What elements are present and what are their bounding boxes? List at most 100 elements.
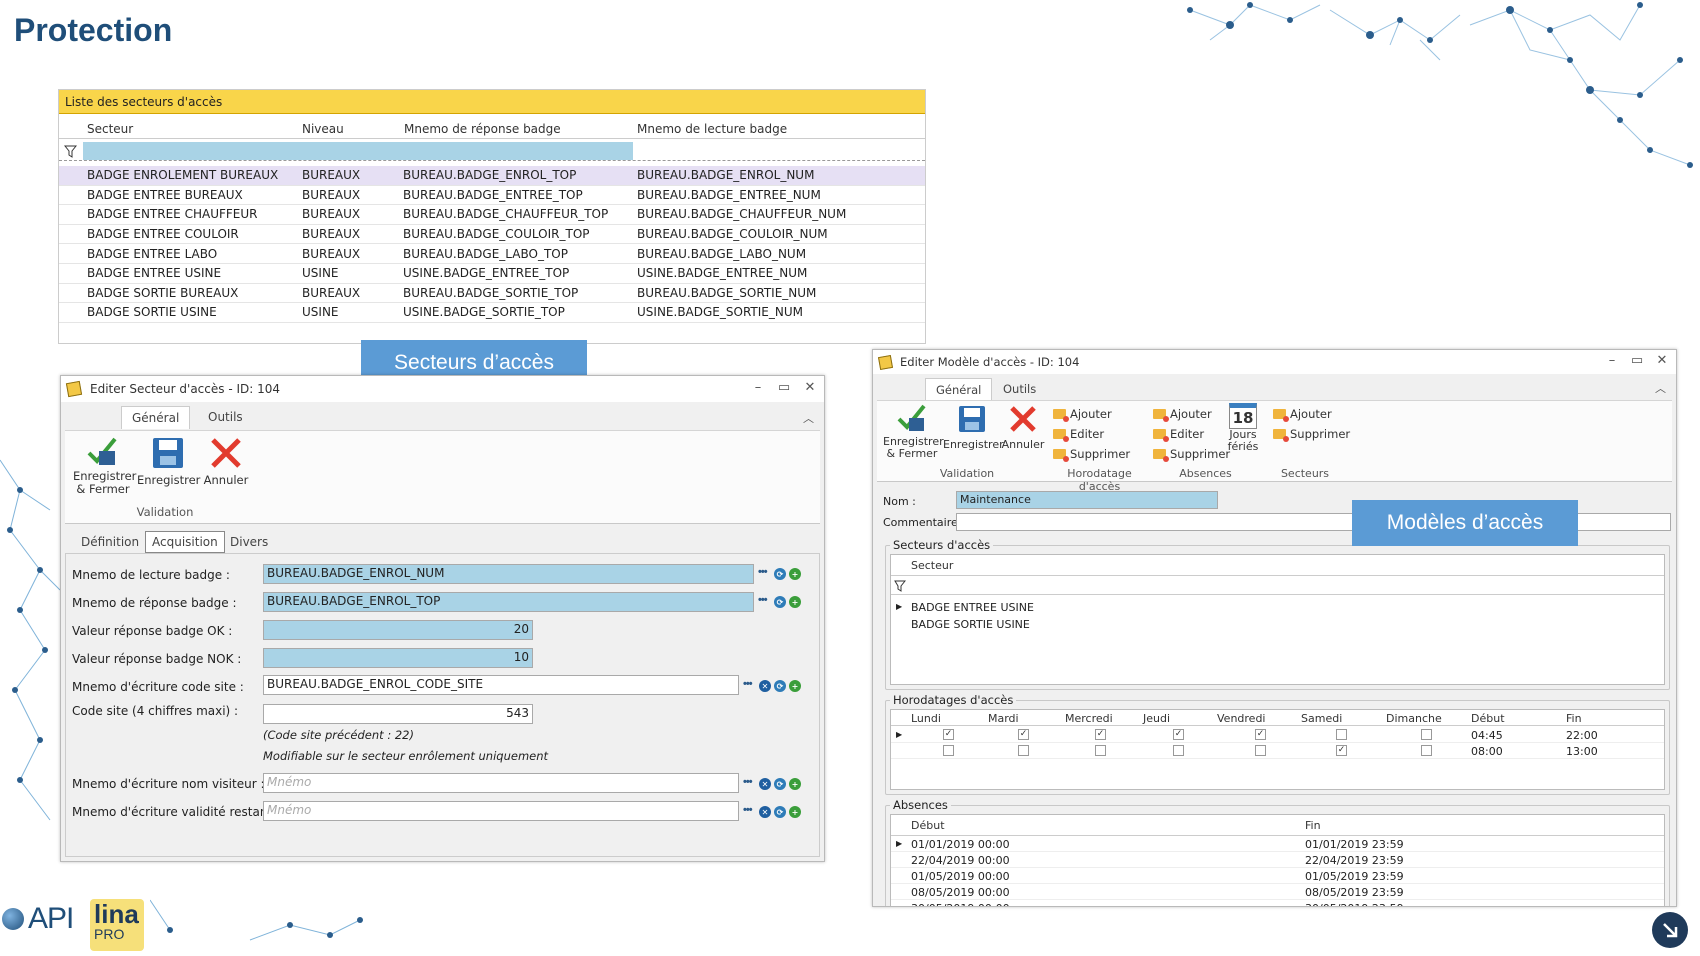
horo-col-header[interactable]: Dimanche <box>1386 712 1442 725</box>
day-checkbox[interactable] <box>1421 729 1432 740</box>
table-row[interactable]: BADGE ENROLEMENT BUREAUX BUREAUX BUREAU.BA… <box>59 166 925 186</box>
lecture-input[interactable]: BUREAU.BADGE_ENROL_NUM <box>263 564 754 584</box>
day-checkbox[interactable] <box>1336 729 1347 740</box>
horo-col-header[interactable]: Vendredi <box>1217 712 1265 725</box>
filter-icon[interactable] <box>894 580 906 592</box>
horo-col-header[interactable]: Début <box>1471 712 1505 725</box>
horo-col-header[interactable]: Lundi <box>911 712 941 725</box>
day-checkbox[interactable]: ✓ <box>1255 729 1266 740</box>
horodatage-edit-button[interactable]: Editer <box>1053 427 1104 442</box>
add-icon[interactable]: + <box>789 596 801 608</box>
list-item[interactable]: BADGE SORTIE USINE <box>891 616 1664 633</box>
minimize-button[interactable]: – <box>1603 353 1621 368</box>
col-mnemo-reponse[interactable]: Mnemo de réponse badge <box>404 122 561 136</box>
col-niveau[interactable]: Niveau <box>302 122 344 136</box>
close-button[interactable]: ✕ <box>1653 353 1671 368</box>
nok-input[interactable]: 10 <box>263 648 533 668</box>
table-row[interactable]: ▶ 01/01/2019 00:00 01/01/2019 23:59 <box>891 836 1664 852</box>
save-close-button[interactable]: Enregistrer & Fermer <box>73 435 136 496</box>
day-checkbox[interactable] <box>943 745 954 756</box>
browse-icon[interactable]: ••• <box>758 566 768 578</box>
day-checkbox[interactable] <box>1018 745 1029 756</box>
table-row[interactable]: BADGE ENTREE CHAUFFEUR BUREAUX BUREAU.BADG… <box>59 205 925 225</box>
col-debut[interactable]: Début <box>911 819 945 832</box>
refresh-icon[interactable]: ⟳ <box>774 568 786 580</box>
code-input[interactable]: 543 <box>263 704 533 724</box>
clear-icon[interactable]: ✕ <box>759 806 771 818</box>
browse-icon[interactable]: ••• <box>758 594 768 606</box>
col-mnemo-lecture[interactable]: Mnemo de lecture badge <box>637 122 787 136</box>
close-button[interactable]: ✕ <box>801 380 819 395</box>
horo-col-header[interactable]: Mardi <box>988 712 1019 725</box>
day-checkbox[interactable] <box>1421 745 1432 756</box>
absences-edit-button[interactable]: Editer <box>1153 427 1204 442</box>
reponse-input[interactable]: BUREAU.BADGE_ENROL_TOP <box>263 592 754 612</box>
browse-icon[interactable]: ••• <box>743 678 753 690</box>
validite-input[interactable]: Mnémo <box>263 801 739 821</box>
next-slide-button[interactable] <box>1652 912 1688 948</box>
table-row[interactable]: BADGE SORTIE USINE USINE USINE.BADGE_SORTI… <box>59 303 925 323</box>
col-secteur[interactable]: Secteur <box>87 122 133 136</box>
ecriture-input[interactable]: BUREAU.BADGE_ENROL_CODE_SITE <box>263 675 739 695</box>
add-icon[interactable]: + <box>789 806 801 818</box>
table-row[interactable]: BADGE SORTIE BUREAUX BUREAUX BUREAU.BADGE_… <box>59 284 925 304</box>
day-checkbox[interactable] <box>1173 745 1184 756</box>
save-button[interactable]: Enregistrer <box>137 435 200 487</box>
collapse-ribbon-icon[interactable]: ︿ <box>1655 380 1666 396</box>
tab-general[interactable]: Général <box>121 406 191 429</box>
list-item[interactable]: ▶ BADGE ENTREE USINE <box>891 599 1664 616</box>
horo-col-header[interactable]: Jeudi <box>1143 712 1170 725</box>
horo-col-header[interactable]: Fin <box>1566 712 1582 725</box>
tab-general[interactable]: Général <box>925 378 993 401</box>
day-checkbox[interactable]: ✓ <box>943 729 954 740</box>
minimize-button[interactable]: – <box>749 380 767 395</box>
maximize-button[interactable]: ▭ <box>1628 353 1646 368</box>
save-button[interactable]: Enregistrer <box>943 403 1004 451</box>
filter-icon[interactable] <box>64 145 77 158</box>
jours-feries-button[interactable]: 18 Jours fériés <box>1225 403 1261 453</box>
table-row[interactable]: BADGE ENTREE COULOIR BUREAUX BUREAU.BADGE_… <box>59 225 925 245</box>
table-row[interactable]: ✓ 08:00 13:00 <box>891 743 1664 759</box>
day-checkbox[interactable]: ✓ <box>1018 729 1029 740</box>
horo-col-header[interactable]: Samedi <box>1301 712 1342 725</box>
filter-row[interactable] <box>59 141 925 161</box>
table-row[interactable]: 30/05/2019 00:00 30/05/2019 23:59 <box>891 900 1664 906</box>
refresh-icon[interactable]: ⟳ <box>774 778 786 790</box>
cancel-button[interactable]: Annuler <box>1001 403 1045 451</box>
refresh-icon[interactable]: ⟳ <box>774 596 786 608</box>
save-close-button[interactable]: Enregistrer & Fermer <box>883 403 944 460</box>
subtab-definition[interactable]: Définition <box>71 531 149 553</box>
secteurs-delete-button[interactable]: Supprimer <box>1273 427 1350 442</box>
day-checkbox[interactable]: ✓ <box>1336 745 1347 756</box>
add-icon[interactable]: + <box>789 568 801 580</box>
day-checkbox[interactable]: ✓ <box>1095 729 1106 740</box>
table-row[interactable]: 22/04/2019 00:00 22/04/2019 23:59 <box>891 852 1664 868</box>
absences-delete-button[interactable]: Supprimer <box>1153 447 1230 462</box>
col-secteur[interactable]: Secteur <box>911 559 953 572</box>
tab-outils[interactable]: Outils <box>198 406 253 428</box>
clear-icon[interactable]: ✕ <box>759 778 771 790</box>
day-checkbox[interactable]: ✓ <box>1173 729 1184 740</box>
tab-outils[interactable]: Outils <box>993 378 1046 400</box>
maximize-button[interactable]: ▭ <box>775 380 793 395</box>
cancel-button[interactable]: Annuler <box>202 435 250 487</box>
ok-input[interactable]: 20 <box>263 620 533 640</box>
browse-icon[interactable]: ••• <box>743 804 753 816</box>
horodatage-delete-button[interactable]: Supprimer <box>1053 447 1130 462</box>
table-row[interactable]: 08/05/2019 00:00 08/05/2019 23:59 <box>891 884 1664 900</box>
day-checkbox[interactable] <box>1255 745 1266 756</box>
col-fin[interactable]: Fin <box>1305 819 1321 832</box>
nom-input[interactable]: Maintenance <box>956 491 1218 509</box>
collapse-ribbon-icon[interactable]: ︿ <box>803 410 814 426</box>
table-row[interactable]: BADGE ENTREE LABO BUREAUX BUREAU.BADGE_LAB… <box>59 244 925 264</box>
filter-input[interactable] <box>83 142 633 160</box>
subtab-divers[interactable]: Divers <box>220 531 278 553</box>
horodatage-add-button[interactable]: Ajouter <box>1053 407 1112 422</box>
table-row[interactable]: ▶ ✓ ✓ ✓ ✓ ✓ 04:45 22:00 <box>891 727 1664 743</box>
visiteur-input[interactable]: Mnémo <box>263 773 739 793</box>
secteurs-add-button[interactable]: Ajouter <box>1273 407 1332 422</box>
table-row[interactable]: BADGE ENTREE USINE USINE USINE.BADGE_ENTRE… <box>59 264 925 284</box>
add-icon[interactable]: + <box>789 778 801 790</box>
table-row[interactable]: BADGE ENTREE BUREAUX BUREAUX BUREAU.BADGE_… <box>59 186 925 206</box>
refresh-icon[interactable]: ⟳ <box>774 806 786 818</box>
